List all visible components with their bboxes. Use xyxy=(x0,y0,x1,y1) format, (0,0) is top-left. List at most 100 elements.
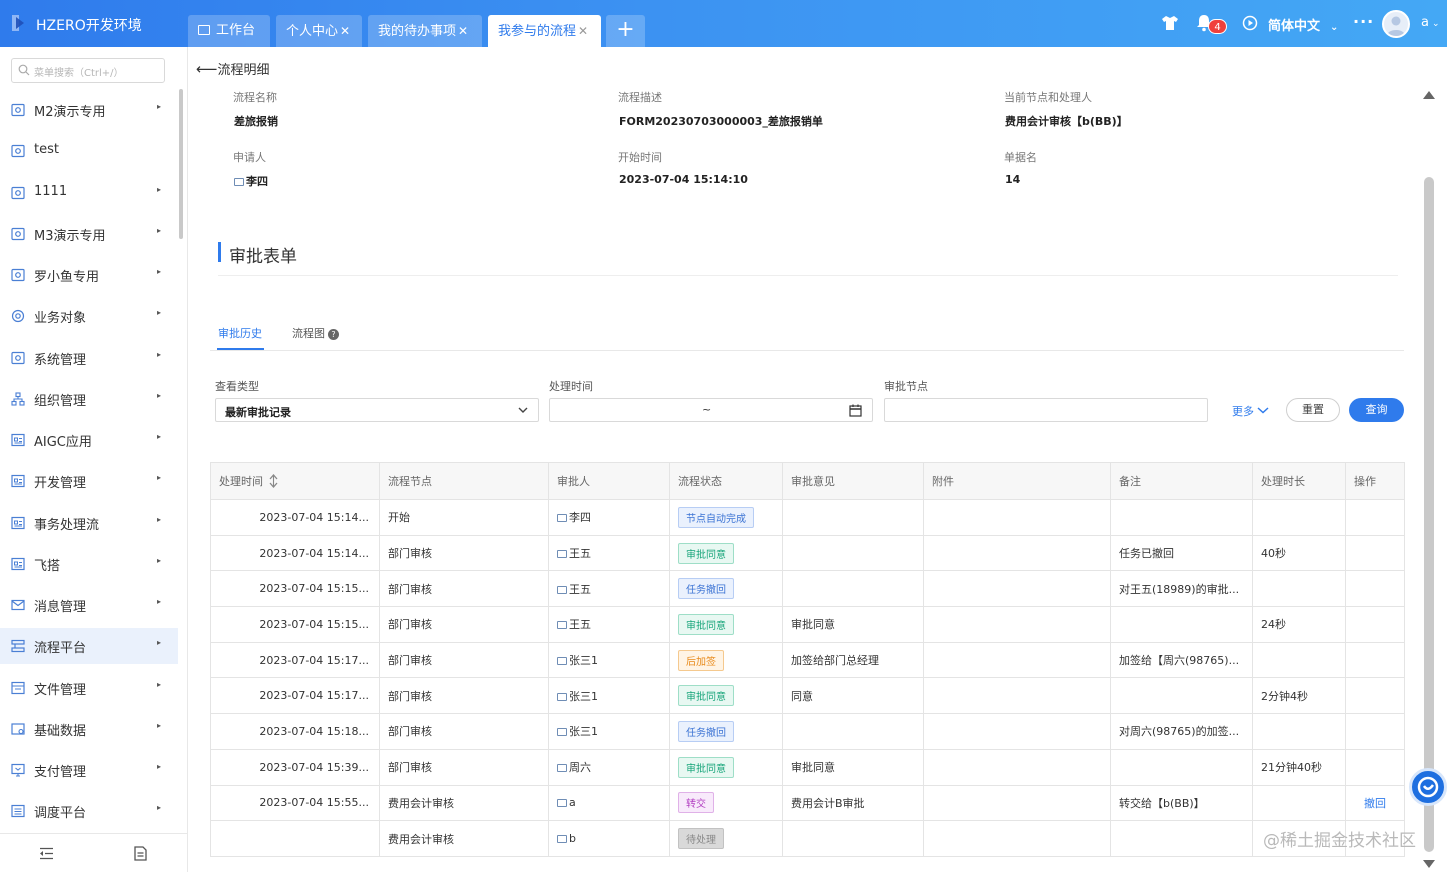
close-icon[interactable]: ✕ xyxy=(340,24,350,38)
sidebar-item[interactable]: M3演示专用 ▸ xyxy=(0,216,178,252)
sidebar-item[interactable]: 业务对象 ▸ xyxy=(0,298,178,334)
cell-action: 撤回 xyxy=(1345,784,1405,822)
tab-my-processes[interactable]: 我参与的流程 ✕ xyxy=(488,15,601,47)
cell-approver[interactable]: 王五 xyxy=(548,606,670,643)
reset-button[interactable]: 重置 xyxy=(1286,398,1340,422)
withdraw-link[interactable]: 撤回 xyxy=(1364,797,1386,810)
cell-approver[interactable]: 张三1 xyxy=(548,641,670,679)
sidebar-item[interactable]: 调度平台 ▸ xyxy=(0,793,178,829)
cell-action xyxy=(1345,534,1405,572)
cell-approver[interactable]: 李四 xyxy=(548,499,670,536)
caret-right-icon: ▸ xyxy=(157,432,162,441)
person-card-icon xyxy=(557,621,567,630)
sidebar-item[interactable]: 飞搭 ▸ xyxy=(0,546,178,582)
sidebar-item[interactable]: 消息管理 ▸ xyxy=(0,587,178,623)
cell-duration xyxy=(1252,499,1346,536)
sidebar-item[interactable]: 组织管理 ▸ xyxy=(0,381,178,417)
status-badge: 任务撤回 xyxy=(678,578,734,600)
sidebar-item[interactable]: 基础数据 ▸ xyxy=(0,711,178,747)
cell-status: 待处理 xyxy=(669,820,783,857)
approver-name: 王五 xyxy=(569,618,591,632)
cell-approver[interactable]: 王五 xyxy=(548,570,670,608)
close-icon[interactable]: ✕ xyxy=(578,24,588,38)
arrow-left-icon: ⟵ xyxy=(196,60,218,78)
time-range-label: 处理时间 xyxy=(549,380,593,393)
app-icon xyxy=(11,433,25,447)
sidebar-item[interactable]: 文件管理 ▸ xyxy=(0,670,178,706)
add-tab-button[interactable]: + xyxy=(606,15,645,47)
sidebar-item[interactable]: 罗小鱼专用 ▸ xyxy=(0,257,178,293)
tab-my-todos[interactable]: 我的待办事项 ✕ xyxy=(368,15,482,47)
close-icon[interactable]: ✕ xyxy=(458,24,468,38)
sidebar-item[interactable]: 支付管理 ▸ xyxy=(0,752,178,788)
sidebar-item[interactable]: 事务处理流 ▸ xyxy=(0,505,178,541)
sidebar-item[interactable]: AIGC应用 ▸ xyxy=(0,422,178,458)
cell-duration: 21分钟40秒 xyxy=(1252,748,1346,786)
cell-status: 任务撤回 xyxy=(669,570,783,608)
app-title: HZERO开发环境 xyxy=(36,18,142,34)
cell-approver[interactable]: 张三1 xyxy=(548,713,670,750)
tab-personal-center[interactable]: 个人中心 ✕ xyxy=(276,15,362,47)
scroll-down-arrow[interactable] xyxy=(1423,860,1435,868)
query-button[interactable]: 查询 xyxy=(1349,398,1404,422)
cell-approver[interactable]: 张三1 xyxy=(548,677,670,715)
tab-flow-diagram-label: 流程图 xyxy=(292,327,325,340)
main-scrollbar[interactable] xyxy=(1424,177,1434,852)
sort-icon[interactable] xyxy=(269,474,278,488)
table-row: 费用会计审核 b 待处理 xyxy=(210,820,1405,857)
cell-status: 审批同意 xyxy=(669,748,783,786)
column-header: 操作 xyxy=(1345,462,1405,500)
sidebar-item[interactable]: 系统管理 ▸ xyxy=(0,340,178,376)
caret-right-icon: ▸ xyxy=(157,267,162,276)
section-accent-bar xyxy=(218,242,221,262)
sidebar-item[interactable]: M2演示专用 ▸ xyxy=(0,92,178,128)
sidebar-scrollbar[interactable] xyxy=(179,89,183,239)
column-header[interactable]: 处理时间 xyxy=(210,462,380,500)
sidebar-item[interactable]: test xyxy=(0,133,178,169)
caret-right-icon: ▸ xyxy=(157,514,162,524)
caret-right-icon: ▸ xyxy=(157,390,162,400)
menu-search-input[interactable]: 菜单搜索（Ctrl+/） xyxy=(11,58,165,83)
back-link[interactable]: ⟵流程明细 xyxy=(196,59,270,78)
tab-flow-diagram[interactable]: 流程图? xyxy=(292,325,339,341)
more-icon[interactable]: ··· xyxy=(1353,12,1374,31)
cell-attachment xyxy=(923,641,1111,679)
module-icon xyxy=(11,103,25,117)
status-badge: 任务撤回 xyxy=(678,720,734,742)
table-row: 2023-07-04 15:17... 部门审核 张三1 审批同意 同意 2分钟4秒 xyxy=(210,677,1405,715)
sidebar-item[interactable]: 流程平台 ▸ xyxy=(0,628,178,665)
cell-opinion xyxy=(782,713,924,750)
flow-icon xyxy=(11,640,25,653)
cell-approver[interactable]: a xyxy=(548,784,670,822)
scroll-up-arrow[interactable] xyxy=(1423,91,1435,99)
applicant-name: 李四 xyxy=(246,175,268,188)
cell-approver[interactable]: 周六 xyxy=(548,748,670,786)
cell-approver[interactable]: b xyxy=(548,820,670,857)
cell-time: 2023-07-04 15:14... xyxy=(210,499,380,536)
applicant-value[interactable]: 李四 xyxy=(234,173,268,189)
avatar[interactable] xyxy=(1382,10,1410,38)
tab-workbench[interactable]: 工作台 xyxy=(188,15,270,47)
sidebar-item[interactable]: 1111 ▸ xyxy=(0,175,178,211)
cell-approver[interactable]: 王五 xyxy=(548,534,670,572)
time-range-picker[interactable]: ~ xyxy=(549,398,873,422)
assistant-float-button[interactable] xyxy=(1409,768,1447,806)
sidebar-item[interactable]: 开发管理 ▸ xyxy=(0,463,178,499)
more-filters-toggle[interactable]: 更多 xyxy=(1232,403,1269,419)
approval-node-input[interactable] xyxy=(884,398,1208,422)
user-name-menu[interactable]: a ⌄ xyxy=(1421,15,1440,30)
language-selector[interactable]: 简体中文 ⌄ xyxy=(1268,15,1338,34)
sidebar: 菜单搜索（Ctrl+/） M2演示专用 ▸ test 1111 ▸ M3演示专用 ▸ 罗小鱼专… xyxy=(0,47,188,872)
collapse-menu-icon[interactable] xyxy=(39,847,54,860)
shirt-icon[interactable] xyxy=(1161,15,1179,31)
question-icon[interactable]: ? xyxy=(328,329,339,340)
tab-approval-history[interactable]: 审批历史 xyxy=(218,325,262,341)
approver-name: 王五 xyxy=(569,582,591,596)
column-header: 流程状态 xyxy=(669,462,783,500)
view-type-select[interactable]: 最新审批记录 xyxy=(215,398,539,422)
document-icon[interactable] xyxy=(134,846,147,861)
play-circle-icon[interactable] xyxy=(1242,15,1258,31)
calendar-icon xyxy=(849,404,862,417)
notification-badge: 4 xyxy=(1208,19,1227,34)
person-card-icon xyxy=(557,657,567,666)
